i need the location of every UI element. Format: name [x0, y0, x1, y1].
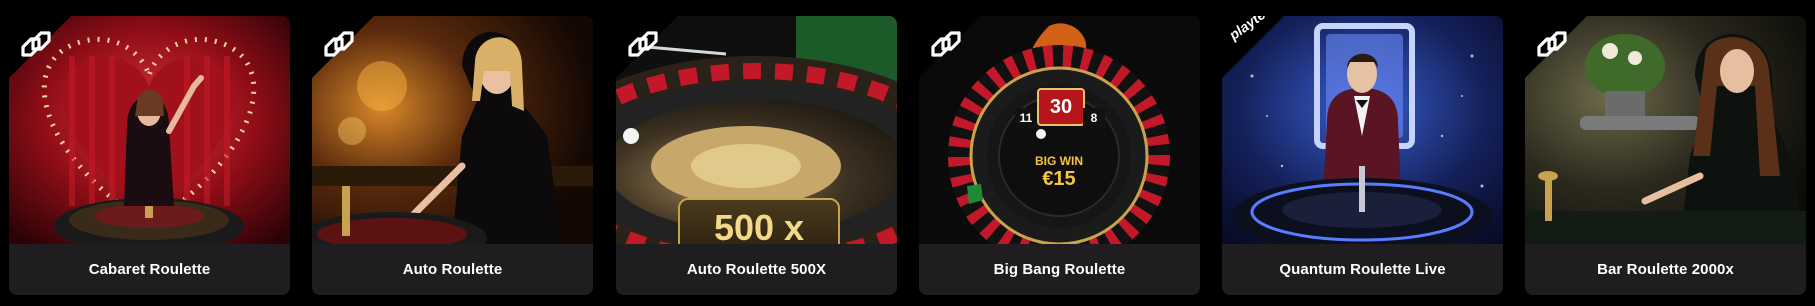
game-title: Auto Roulette [402, 261, 503, 278]
game-thumbnail[interactable]: 11 30 8 BIG WIN €15 [919, 16, 1200, 244]
game-thumbnail[interactable]: playtech [1222, 16, 1503, 244]
game-title: Cabaret Roulette [88, 261, 211, 278]
winning-number: 30 [1037, 88, 1085, 126]
multiplier-label: 500 x [713, 207, 805, 244]
infinity-link-icon [21, 31, 51, 57]
game-card-auto-roulette[interactable]: Auto Roulette [312, 16, 593, 295]
game-thumbnail[interactable] [9, 16, 290, 244]
game-title: Bar Roulette 2000x [1597, 261, 1734, 278]
roulette-number: 11 [1015, 108, 1037, 128]
infinity-link-icon [628, 31, 658, 57]
game-caption[interactable]: Bar Roulette 2000x [1525, 244, 1806, 295]
roulette-number: 8 [1083, 108, 1105, 128]
game-caption[interactable]: Cabaret Roulette [9, 244, 290, 295]
game-card-bar-roulette-2000x[interactable]: Bar Roulette 2000x [1525, 16, 1806, 295]
infinity-link-icon [324, 31, 354, 57]
game-title: Big Bang Roulette [993, 261, 1126, 278]
game-caption[interactable]: Auto Roulette [312, 244, 593, 295]
game-card-big-bang-roulette[interactable]: 11 30 8 BIG WIN €15 Big Bang Roulette [919, 16, 1200, 295]
game-thumbnail[interactable] [1525, 16, 1806, 244]
game-thumbnail[interactable]: 500 x [616, 16, 897, 244]
game-caption[interactable]: Auto Roulette 500X [616, 244, 897, 295]
game-caption[interactable]: Big Bang Roulette [919, 244, 1200, 295]
game-caption[interactable]: Quantum Roulette Live [1222, 244, 1503, 295]
infinity-link-icon [931, 31, 961, 57]
game-title: Auto Roulette 500X [686, 261, 827, 278]
game-card-cabaret-roulette[interactable]: Cabaret Roulette [9, 16, 290, 295]
infinity-link-icon [1537, 31, 1567, 57]
multiplier-badge: 500 x [678, 198, 840, 244]
game-carousel-row: Cabaret Roulette Auto Roulette 500 x Aut… [0, 0, 1815, 306]
game-card-quantum-roulette-live[interactable]: playtech Quantum Roulette Live [1222, 16, 1503, 295]
game-card-auto-roulette-500x[interactable]: 500 x Auto Roulette 500X [616, 16, 897, 295]
game-title: Quantum Roulette Live [1279, 261, 1446, 278]
game-thumbnail[interactable] [312, 16, 593, 244]
big-win-label: BIG WIN €15 [1035, 154, 1083, 190]
